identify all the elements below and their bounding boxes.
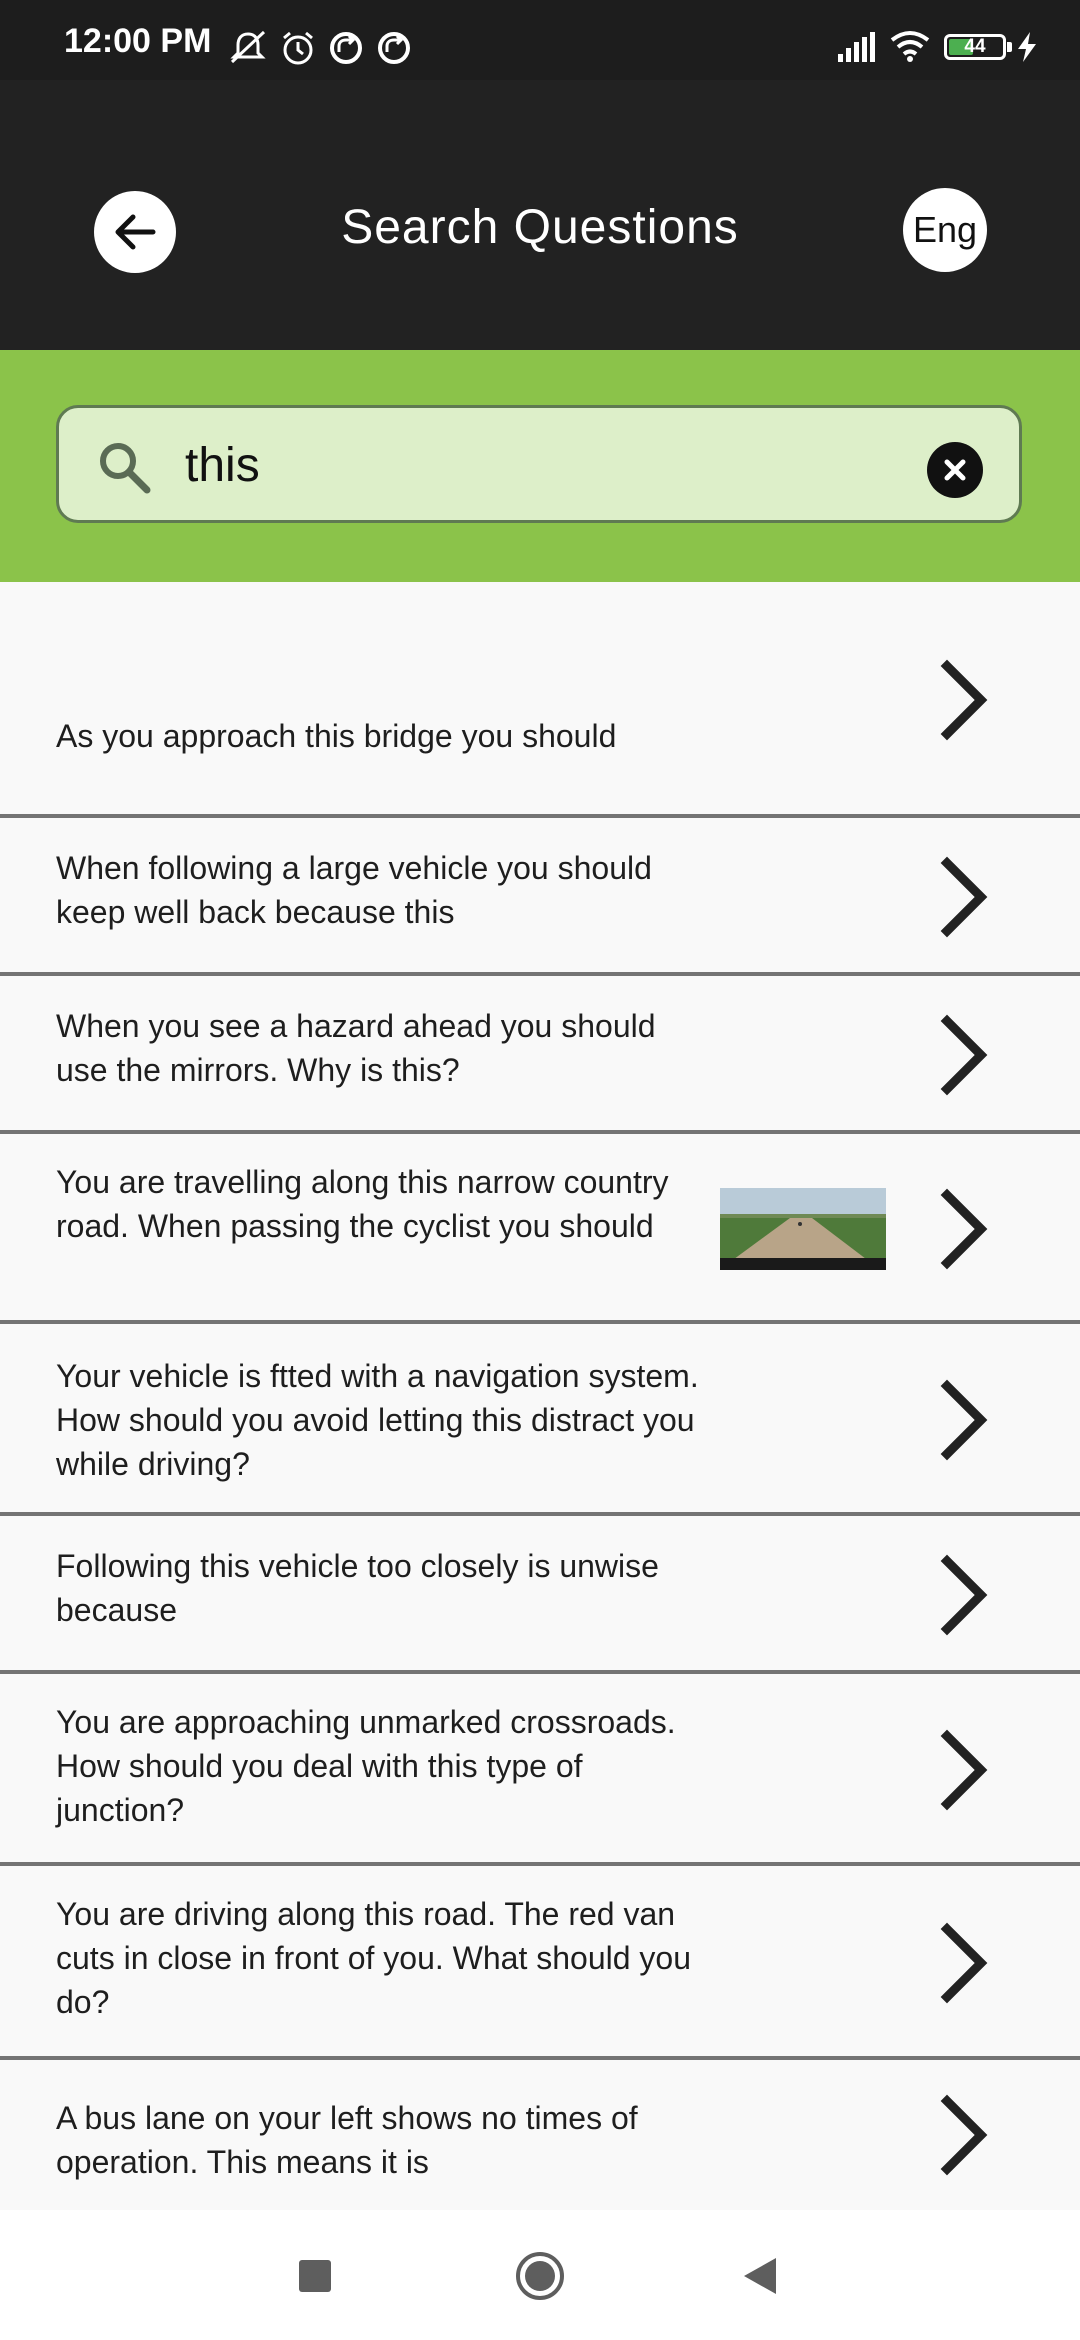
question-text: When you see a hazard ahead you should u… (56, 1008, 656, 1088)
mute-icon (230, 30, 266, 64)
signal-icon (838, 32, 875, 62)
sync-icon (378, 32, 410, 64)
charging-icon (1018, 32, 1036, 62)
question-item[interactable]: A bus lane on your left shows no times o… (0, 2060, 1080, 2210)
sync-icon (330, 32, 362, 64)
question-text: You are driving along this road. The red… (56, 1896, 691, 2020)
chevron-right-icon (940, 1379, 988, 1461)
question-text: Following this vehicle too closely is un… (56, 1548, 659, 1628)
question-item[interactable]: You are approaching unmarked crossroads.… (0, 1674, 1080, 1866)
search-input[interactable] (185, 430, 865, 500)
question-text: When following a large vehicle you shoul… (56, 850, 652, 930)
wifi-icon (890, 31, 930, 62)
chevron-right-icon (940, 1014, 988, 1096)
navigation-bar (0, 2210, 1080, 2340)
question-item[interactable]: Your vehicle is ftted with a navigation … (0, 1324, 1080, 1516)
question-thumbnail (720, 1188, 886, 1270)
language-button[interactable]: Eng (903, 188, 987, 272)
chevron-right-icon (940, 1922, 988, 2004)
chevron-right-icon (940, 2094, 988, 2176)
question-text: As you approach this bridge you should (56, 718, 617, 754)
chevron-right-icon (940, 1188, 988, 1270)
chevron-right-icon (940, 856, 988, 938)
question-item[interactable]: As you approach this bridge you should (0, 582, 1080, 818)
question-item[interactable]: You are travelling along this narrow cou… (0, 1134, 1080, 1324)
clear-search-button[interactable] (927, 442, 983, 498)
question-text: A bus lane on your left shows no times o… (56, 2100, 638, 2180)
question-text: You are approaching unmarked crossroads.… (56, 1704, 676, 1828)
search-section (0, 350, 1080, 582)
chevron-right-icon (940, 1729, 988, 1811)
search-icon (100, 443, 151, 494)
chevron-right-icon (940, 1554, 988, 1636)
battery-icon: 44 (944, 34, 1012, 60)
chevron-right-icon (940, 659, 988, 741)
question-item[interactable]: Following this vehicle too closely is un… (0, 1516, 1080, 1674)
search-box (56, 405, 1022, 523)
status-time: 12:00 PM (64, 22, 212, 60)
recents-icon[interactable] (299, 2260, 331, 2292)
question-item[interactable]: When you see a hazard ahead you should u… (0, 976, 1080, 1134)
question-item[interactable]: When following a large vehicle you shoul… (0, 818, 1080, 976)
alarm-icon (283, 31, 313, 65)
status-bar: 12:00 PM 44 (0, 0, 1080, 80)
battery-level: 44 (964, 36, 986, 57)
question-item[interactable]: You are driving along this road. The red… (0, 1866, 1080, 2060)
question-text: Your vehicle is ftted with a navigation … (56, 1358, 699, 1482)
home-icon[interactable] (514, 2250, 566, 2302)
close-icon (944, 459, 966, 481)
question-text: You are travelling along this narrow cou… (56, 1164, 669, 1244)
app-bar: Search Questions Eng (0, 80, 1080, 350)
back-triangle-icon[interactable] (742, 2256, 778, 2296)
status-system-icons: 44 (836, 28, 1046, 64)
